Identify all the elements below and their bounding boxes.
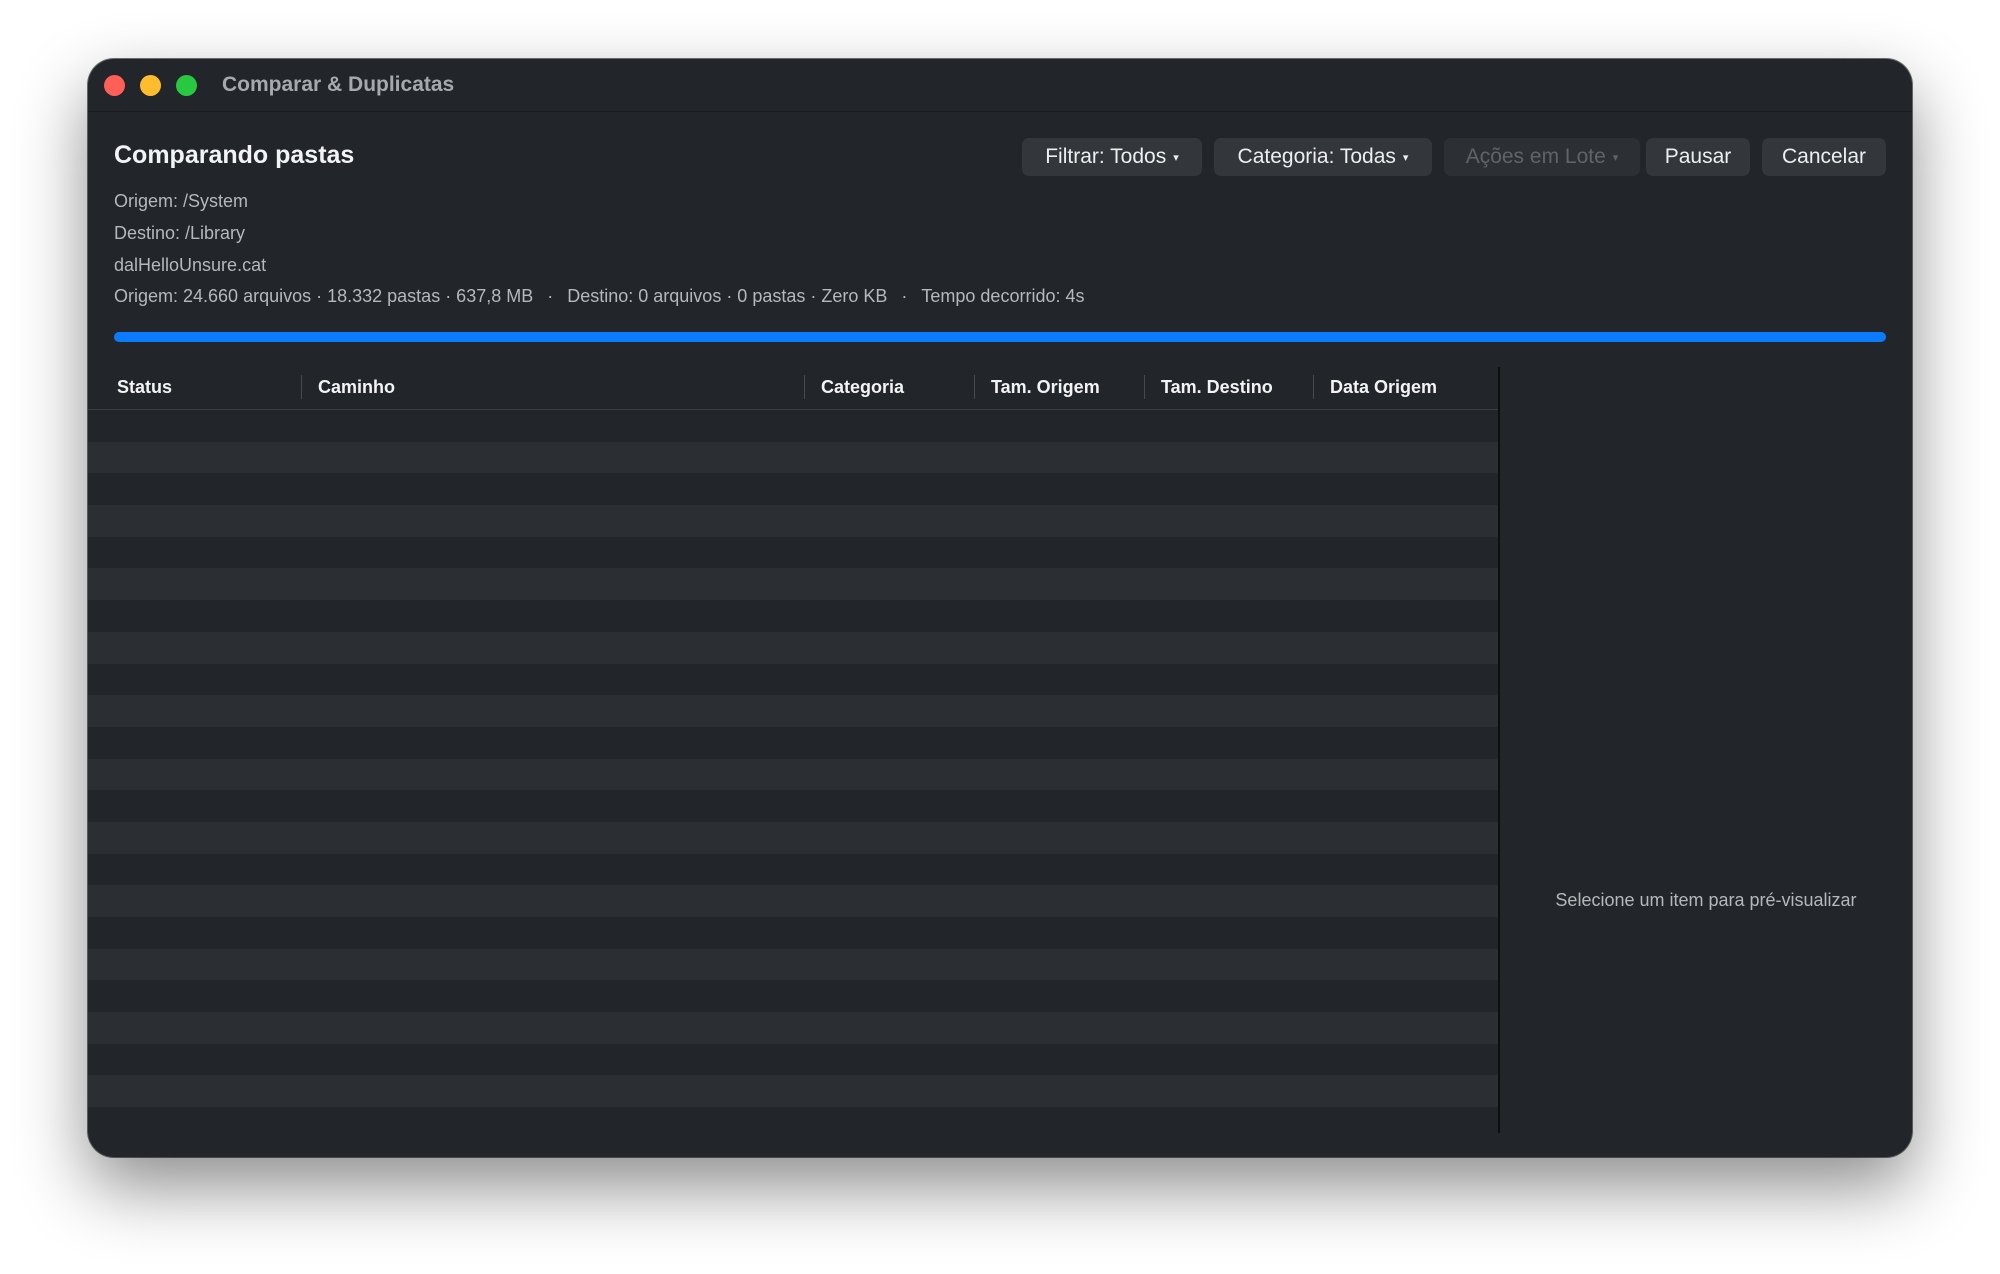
column-header-path[interactable]: Caminho — [318, 377, 395, 398]
chevron-down-icon: ▾ — [1173, 151, 1179, 164]
table-row — [88, 695, 1498, 727]
stats-line: Origem: 24.660 arquivos · 18.332 pastas … — [114, 286, 1084, 307]
category-label: Categoria: Todas — [1237, 145, 1396, 168]
batch-actions-label: Ações em Lote — [1465, 145, 1606, 168]
page-title: Comparando pastas — [114, 141, 355, 169]
compare-window: Comparar & Duplicatas Comparando pastas … — [88, 59, 1912, 1157]
pause-label: Pausar — [1664, 145, 1732, 168]
chevron-down-icon: ▾ — [1612, 151, 1619, 164]
window-title: Comparar & Duplicatas — [222, 73, 455, 96]
column-divider[interactable] — [301, 375, 302, 399]
table-row — [88, 1044, 1498, 1076]
table-row — [88, 980, 1498, 1012]
table-row — [88, 1107, 1498, 1133]
table-row — [88, 948, 1498, 981]
column-header-origin-date[interactable]: Data Origem — [1330, 377, 1437, 398]
table-row — [88, 537, 1498, 569]
table-row — [88, 758, 1498, 791]
table-body — [88, 410, 1498, 1133]
table-row — [88, 790, 1498, 822]
table-row — [88, 473, 1498, 505]
close-window-button[interactable] — [104, 75, 125, 96]
table-row — [88, 568, 1498, 601]
results-table[interactable]: Status Caminho Categoria Tam. Origem Tam… — [88, 367, 1498, 1133]
column-divider[interactable] — [804, 375, 805, 399]
cancel-label: Cancelar — [1781, 145, 1867, 168]
chevron-down-icon: ▾ — [1402, 151, 1409, 164]
progress-bar-fill — [114, 332, 1886, 342]
stats-separator: · — [547, 286, 554, 306]
progress-bar — [114, 332, 1886, 342]
current-file: dalHelloUnsure.cat — [114, 255, 267, 275]
table-row — [88, 885, 1498, 917]
column-divider[interactable] — [974, 375, 975, 399]
table-row — [88, 600, 1498, 632]
table-header: Status Caminho Categoria Tam. Origem Tam… — [88, 367, 1498, 410]
table-row — [88, 1075, 1498, 1108]
column-header-origin-size[interactable]: Tam. Origem — [991, 377, 1100, 398]
table-row — [88, 441, 1498, 474]
stats-separator: · — [901, 286, 908, 306]
preview-placeholder: Selecione um item para pré-visualizar — [1555, 890, 1857, 910]
table-row — [88, 821, 1498, 854]
column-divider[interactable] — [1313, 375, 1314, 399]
batch-actions-dropdown[interactable]: Ações em Lote ▾ — [1444, 138, 1640, 176]
column-header-destination-size[interactable]: Tam. Destino — [1161, 377, 1273, 398]
table-row — [88, 631, 1498, 664]
preview-pane: Selecione um item para pré-visualizar — [1500, 367, 1912, 1133]
pause-button[interactable]: Pausar — [1646, 138, 1750, 176]
cancel-button[interactable]: Cancelar — [1762, 138, 1886, 176]
minimize-window-button[interactable] — [140, 75, 161, 96]
origin-stats: Origem: 24.660 arquivos · 18.332 pastas … — [114, 286, 534, 306]
column-header-category[interactable]: Categoria — [821, 377, 904, 398]
filter-label: Filtrar: Todos — [1045, 145, 1167, 168]
column-header-status[interactable]: Status — [117, 377, 172, 398]
filter-dropdown[interactable]: Filtrar: Todos ▾ — [1022, 138, 1202, 176]
destination-path: Destino: /Library — [114, 223, 246, 243]
column-divider[interactable] — [1144, 375, 1145, 399]
table-row — [88, 1012, 1498, 1044]
table-row — [88, 664, 1498, 696]
origin-path: Origem: /System — [114, 191, 249, 211]
title-bar[interactable]: Comparar & Duplicatas — [88, 59, 1912, 112]
destination-stats: Destino: 0 arquivos · 0 pastas · Zero KB — [567, 286, 888, 306]
table-row — [88, 854, 1498, 886]
table-row — [88, 917, 1498, 949]
elapsed-time: Tempo decorrido: 4s — [921, 286, 1085, 306]
category-dropdown[interactable]: Categoria: Todas ▾ — [1214, 138, 1432, 176]
table-row — [88, 410, 1498, 442]
table-row — [88, 505, 1498, 537]
table-row — [88, 727, 1498, 759]
maximize-window-button[interactable] — [176, 75, 197, 96]
